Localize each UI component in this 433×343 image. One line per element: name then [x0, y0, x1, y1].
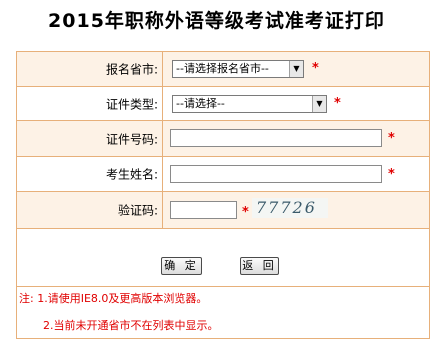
id-number-row: 证件号码: *: [17, 121, 429, 157]
page-title: 2015年职称外语等级考试准考证打印: [48, 10, 385, 32]
captcha-image[interactable]: 77726: [252, 198, 328, 218]
id-type-selected-value: --请选择--: [176, 97, 225, 110]
id-type-row: 证件类型: --请选择-- ▼ *: [17, 87, 429, 121]
note-line-2: 2.当前未开通省市不在列表中显示。: [43, 319, 219, 332]
required-mark: *: [334, 96, 341, 111]
chevron-down-icon[interactable]: ▼: [312, 96, 326, 112]
required-mark: *: [388, 131, 395, 146]
required-mark: *: [388, 167, 395, 182]
captcha-input[interactable]: [170, 201, 237, 219]
captcha-row: 验证码: * 77726: [17, 192, 429, 229]
province-label: 报名省市:: [105, 62, 158, 77]
required-mark: *: [312, 61, 319, 76]
id-type-select[interactable]: --请选择-- ▼: [172, 95, 327, 113]
print-form: 报名省市: --请选择报名省市-- ▼ * 证件类型: --请选择-- ▼ * …: [16, 51, 430, 339]
chevron-down-icon[interactable]: ▼: [289, 61, 303, 77]
id-number-input[interactable]: [170, 129, 382, 147]
name-row: 考生姓名: *: [17, 157, 429, 192]
back-button[interactable]: 返 回: [240, 257, 279, 275]
id-number-label: 证件号码:: [105, 132, 158, 146]
id-type-label: 证件类型:: [105, 97, 158, 111]
province-row: 报名省市: --请选择报名省市-- ▼ *: [17, 52, 429, 87]
note-line-1: 注: 1.请使用IE8.0及更高版本浏览器。: [19, 292, 208, 305]
province-selected-value: --请选择报名省市--: [176, 62, 269, 75]
confirm-button[interactable]: 确 定: [161, 257, 202, 275]
required-mark: *: [242, 205, 249, 220]
name-input[interactable]: [170, 165, 382, 183]
name-label: 考生姓名:: [105, 167, 158, 182]
province-select[interactable]: --请选择报名省市-- ▼: [172, 60, 304, 78]
captcha-label: 验证码:: [117, 203, 158, 218]
buttons-row: 确 定 返 回: [17, 229, 429, 287]
